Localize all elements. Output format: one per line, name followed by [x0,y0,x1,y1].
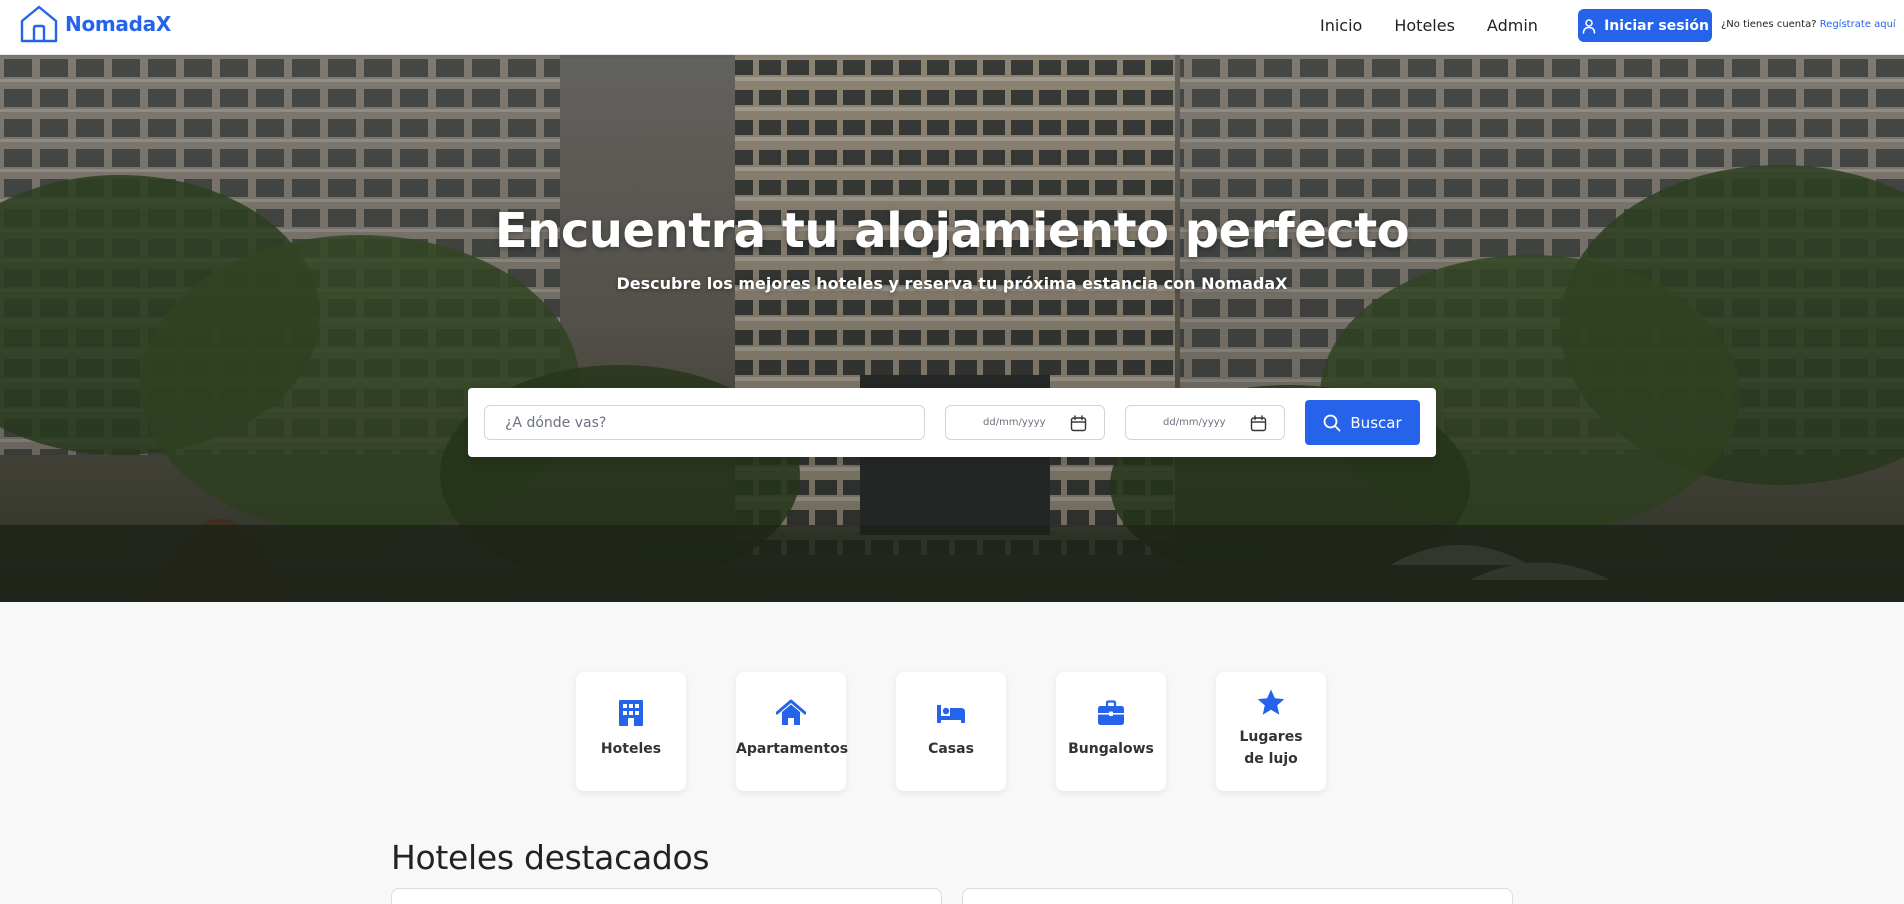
register-prompt: ¿No tienes cuenta? Regístrate aquí [1721,19,1896,30]
bed-icon [937,705,965,723]
nav-link-admin[interactable]: Admin [1487,16,1538,35]
destination-input[interactable] [484,405,925,440]
hero-background-image [0,55,1904,602]
calendar-icon [1250,415,1267,432]
category-lugares-de-lujo[interactable]: Lugares de lujo [1216,672,1326,791]
brand-name: NomadaX [65,12,171,36]
nav-links: Inicio Hoteles Admin [1320,0,1538,50]
search-button[interactable]: Buscar [1305,400,1420,445]
hotel-card[interactable] [962,888,1513,904]
hero-section: Encuentra tu alojamiento perfecto Descub… [0,55,1904,602]
category-label: Lugares de lujo [1239,729,1303,767]
category-label: Bungalows [1068,741,1154,757]
hero-subtitle: Descubre los mejores hoteles y reserva t… [616,274,1288,293]
checkout-date-field[interactable]: dd/mm/yyyy [1125,405,1285,440]
hotel-card[interactable] [391,888,942,904]
search-bar: dd/mm/yyyy dd/mm/yyyy Buscar [468,388,1436,457]
nav-link-inicio[interactable]: Inicio [1320,16,1362,35]
user-icon [1582,18,1596,34]
category-label: Apartamentos [736,741,849,757]
category-bungalows[interactable]: Bungalows [1056,672,1166,791]
categories-row: Hoteles Apartamentos Casas Bungalows Lug… [0,672,1904,791]
house-icon [20,5,58,43]
home-icon [776,699,806,725]
hero-title: Encuentra tu alojamiento perfecto [494,203,1410,259]
checkout-date-placeholder: dd/mm/yyyy [1163,417,1226,428]
star-icon [1257,689,1285,715]
search-icon [1323,414,1341,431]
calendar-icon [1070,415,1087,432]
category-label: Hoteles [600,741,662,757]
register-prompt-text: ¿No tienes cuenta? [1721,19,1817,30]
category-casas[interactable]: Casas [896,672,1006,791]
search-button-label: Buscar [1350,413,1402,432]
login-button-label: Iniciar sesión [1604,17,1709,34]
category-label: Casas [928,741,974,757]
category-apartamentos[interactable]: Apartamentos [736,672,849,791]
building-icon [619,700,643,726]
category-hoteles[interactable]: Hoteles [576,672,686,791]
featured-hotels-heading: Hoteles destacados [391,838,710,877]
login-button[interactable]: Iniciar sesión [1578,9,1712,42]
register-link[interactable]: Regístrate aquí [1820,19,1896,30]
nav-link-hoteles[interactable]: Hoteles [1394,16,1455,35]
navbar: NomadaX Inicio Hoteles Admin Iniciar ses… [0,0,1904,55]
briefcase-icon [1098,700,1124,725]
checkin-date-field[interactable]: dd/mm/yyyy [945,405,1105,440]
checkin-date-placeholder: dd/mm/yyyy [983,417,1046,428]
brand-logo[interactable]: NomadaX [19,4,171,44]
